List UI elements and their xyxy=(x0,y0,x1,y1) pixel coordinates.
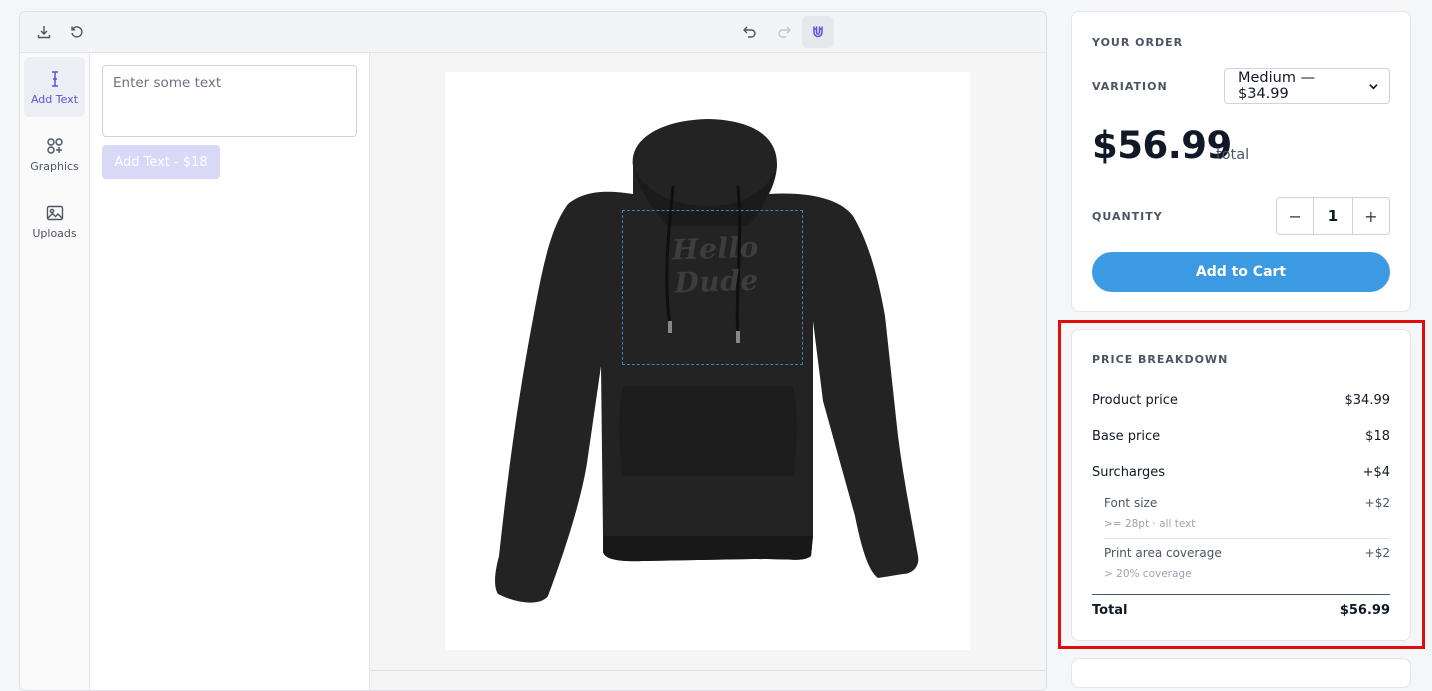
variation-select[interactable]: Medium — $34.99 xyxy=(1224,68,1390,104)
download-button[interactable] xyxy=(28,16,60,48)
rail-item-graphics[interactable]: Graphics xyxy=(24,124,85,184)
surcharge-row-font-size: Font size +$2 xyxy=(1104,496,1390,510)
breakdown-row-base-price: Base price $18 xyxy=(1092,429,1390,444)
row-label: Print area coverage xyxy=(1104,546,1222,560)
canvas-area: Hello Dude xyxy=(370,53,1046,690)
breakdown-heading: PRICE BREAKDOWN xyxy=(1092,353,1229,366)
undo-button[interactable] xyxy=(734,16,766,48)
chevron-down-icon xyxy=(1369,83,1378,89)
row-value: $56.99 xyxy=(1339,603,1390,618)
row-value: +$2 xyxy=(1364,546,1390,560)
undo-icon xyxy=(743,26,756,38)
variation-selected-value: Medium — $34.99 xyxy=(1238,70,1316,102)
row-value: $18 xyxy=(1365,429,1390,444)
magnet-icon xyxy=(813,26,823,38)
price-breakdown-card: PRICE BREAKDOWN Product price $34.99 Bas… xyxy=(1071,329,1411,641)
breakdown-row-surcharges: Surcharges +$4 xyxy=(1092,465,1390,480)
row-label: Product price xyxy=(1092,393,1178,408)
rail-item-add-text[interactable]: Add Text xyxy=(24,57,85,117)
designer-toolbar xyxy=(20,12,1046,53)
row-value: +$2 xyxy=(1364,496,1390,510)
order-total-suffix: total xyxy=(1216,147,1250,163)
order-total-price: $56.99 xyxy=(1092,124,1232,167)
tool-rail: Add Text Graphics Uploads xyxy=(20,53,90,690)
breakdown-row-product-price: Product price $34.99 xyxy=(1092,393,1390,408)
quantity-value[interactable]: 1 xyxy=(1313,198,1353,234)
quantity-stepper: − 1 + xyxy=(1276,197,1390,235)
image-icon xyxy=(46,205,63,220)
reset-icon xyxy=(71,26,83,38)
quantity-label: QUANTITY xyxy=(1092,210,1163,223)
canvas-footer-divider xyxy=(370,670,1046,671)
reset-button[interactable] xyxy=(61,16,93,48)
breakdown-row-total: Total $56.99 xyxy=(1092,603,1390,618)
row-label: Base price xyxy=(1092,429,1161,444)
designer-panel: Add Text Graphics Uploads Add Text - $18 xyxy=(19,11,1047,691)
row-value: +$4 xyxy=(1362,465,1390,480)
additional-card xyxy=(1071,658,1411,688)
add-text-button[interactable]: Add Text - $18 xyxy=(102,145,220,179)
download-icon xyxy=(37,26,51,39)
rail-item-label: Uploads xyxy=(32,226,77,240)
shapes-icon xyxy=(46,137,63,154)
redo-button[interactable] xyxy=(768,16,800,48)
row-value: $34.99 xyxy=(1344,393,1391,408)
surcharge-note-font-size: >= 28pt · all text xyxy=(1104,518,1196,530)
add-text-panel: Add Text - $18 xyxy=(90,53,370,690)
total-divider xyxy=(1092,594,1390,595)
variation-label: VARIATION xyxy=(1092,80,1168,93)
row-label: Total xyxy=(1092,603,1128,618)
surcharge-note-coverage: > 20% coverage xyxy=(1104,568,1192,580)
rail-item-label: Graphics xyxy=(30,159,79,173)
add-to-cart-button[interactable]: Add to Cart xyxy=(1092,252,1390,292)
redo-icon xyxy=(778,26,791,38)
order-heading: YOUR ORDER xyxy=(1092,36,1184,49)
order-card: YOUR ORDER VARIATION Medium — $34.99 $56… xyxy=(1071,11,1411,312)
artboard[interactable]: Hello Dude xyxy=(445,72,970,650)
quantity-increment-button[interactable]: + xyxy=(1353,198,1389,234)
design-text-element[interactable]: Hello Dude xyxy=(635,229,797,301)
design-text-input[interactable] xyxy=(102,65,357,137)
text-cursor-icon xyxy=(51,70,58,87)
quantity-decrement-button[interactable]: − xyxy=(1277,198,1313,234)
row-label: Font size xyxy=(1104,496,1158,510)
rail-item-label: Add Text xyxy=(30,92,79,106)
surcharge-divider xyxy=(1104,538,1390,539)
row-label: Surcharges xyxy=(1092,465,1166,480)
rail-item-uploads[interactable]: Uploads xyxy=(24,191,85,251)
snap-magnet-button[interactable] xyxy=(802,16,834,48)
surcharge-row-coverage: Print area coverage +$2 xyxy=(1104,546,1390,560)
